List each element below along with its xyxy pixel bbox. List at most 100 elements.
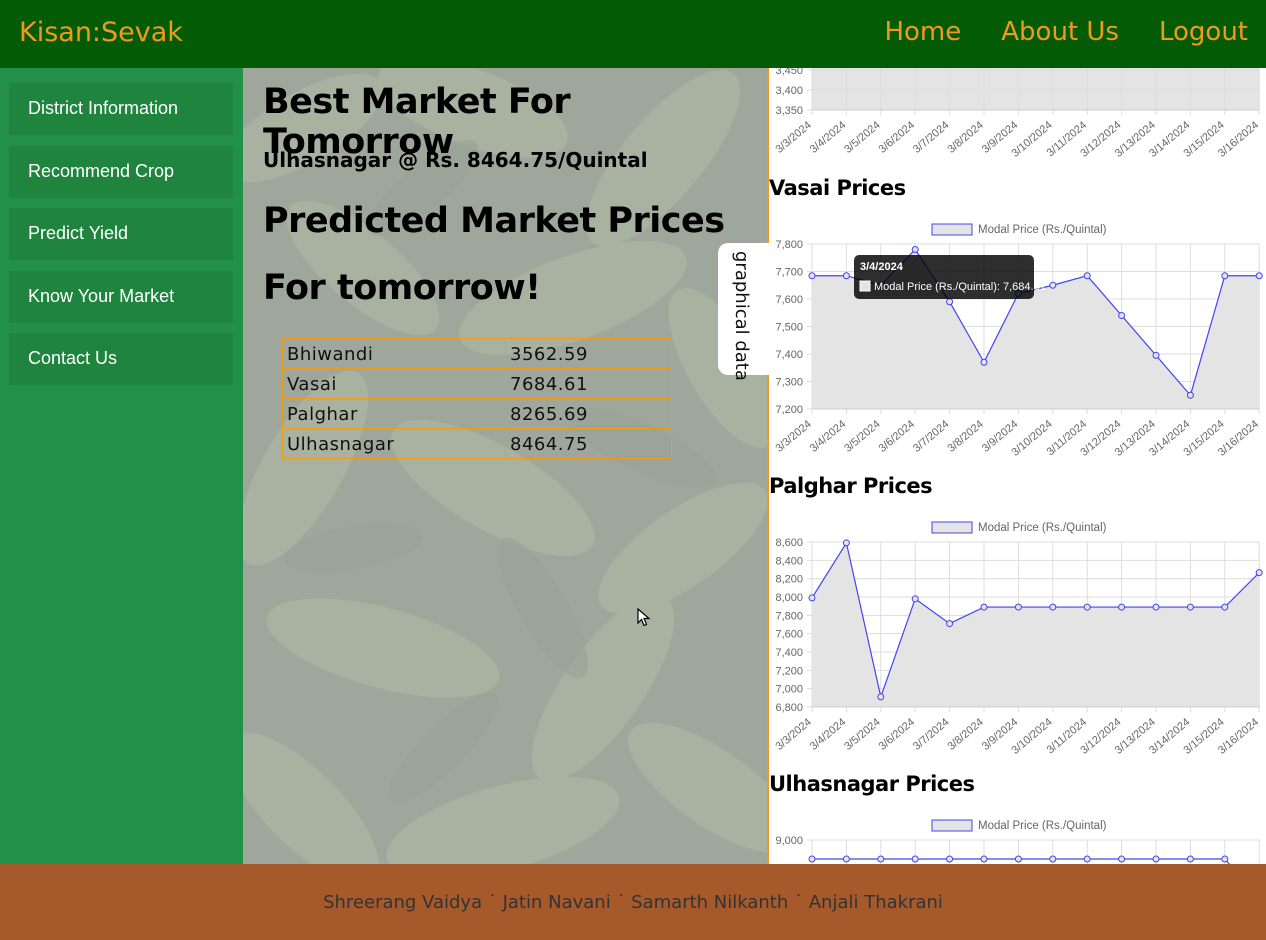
x-tick-label: 3/5/2024: [842, 119, 883, 156]
graphical-data-tab[interactable]: graphical data: [718, 243, 770, 381]
x-tick-label: 3/8/2024: [945, 716, 986, 753]
x-tick-label: 3/8/2024: [945, 418, 986, 455]
data-point: [980, 603, 988, 611]
data-point: [980, 358, 988, 366]
x-tick-label: 3/3/2024: [773, 418, 814, 455]
table-row: Bhiwandi 3562.59: [282, 338, 672, 369]
legend-swatch: [931, 521, 973, 534]
x-tick-label: 3/4/2024: [808, 716, 849, 753]
data-point: [1152, 351, 1160, 359]
x-tick-label: 3/6/2024: [877, 418, 918, 455]
y-tick-label: 7,500: [775, 322, 803, 334]
plot-area-fill: [812, 68, 1260, 110]
market-prediction-content: Best Market For Tomorrow Ulhasnagar @ Rs…: [243, 68, 767, 864]
data-point: [1152, 603, 1160, 611]
market-price-cell: 8265.69: [505, 398, 672, 429]
predicted-prices-table: Bhiwandi 3562.59 Vasai 7684.61 Palghar 8…: [282, 338, 672, 459]
y-tick-label: 7,600: [775, 629, 803, 641]
y-tick-label: 8,400: [775, 555, 803, 567]
legend-swatch: [931, 223, 973, 236]
tooltip-swatch: [859, 280, 871, 292]
data-point: [877, 693, 885, 701]
table-row: Ulhasnagar 8464.75: [282, 428, 672, 459]
data-point: [1186, 855, 1194, 863]
sidebar-item-predict-yield[interactable]: Predict Yield: [9, 208, 233, 260]
footer-name: Jatin Navani: [502, 892, 611, 913]
main-panel: Best Market For Tomorrow Ulhasnagar @ Rs…: [243, 68, 767, 864]
data-point: [1118, 603, 1126, 611]
x-tick-label: 3/7/2024: [911, 716, 952, 753]
data-point: [1083, 272, 1091, 280]
sidebar-item-district-information[interactable]: District Information: [9, 83, 233, 135]
legend-label: Modal Price (Rs./Quintal): [978, 820, 1107, 832]
data-point: [946, 298, 954, 306]
chart-tooltip: 3/4/2024 Modal Price (Rs./Quintal): 7,684…: [854, 255, 1046, 299]
market-price-cell: 8464.75: [505, 428, 672, 459]
footer-name: Anjali Thakrani: [808, 892, 943, 913]
data-point: [1221, 855, 1229, 863]
data-point: [877, 855, 885, 863]
footer-separator: ˙: [794, 892, 803, 913]
data-point: [1186, 391, 1194, 399]
market-price-cell: 3562.59: [505, 338, 672, 369]
charts-panel[interactable]: 3,350 3,400 3,450 3/3/2024 3/4/2024 3/5/2024 3…: [767, 68, 1266, 864]
data-point: [946, 620, 954, 628]
y-tick-label: 8,200: [775, 574, 803, 586]
data-point: [1255, 569, 1263, 577]
data-point: [1014, 603, 1022, 611]
table-row: Palghar 8265.69: [282, 398, 672, 429]
tooltip-title: 3/4/2024: [860, 261, 904, 273]
footer-name: Shreerang Vaidya: [323, 892, 483, 913]
footer-separator: ˙: [487, 892, 497, 913]
y-tick-label: 8,000: [775, 592, 803, 604]
predicted-prices-heading: Predicted Market Prices For tomorrow!: [263, 201, 725, 308]
x-tick-label: 3/5/2024: [842, 418, 883, 455]
mouse-cursor-icon: [637, 608, 651, 627]
y-tick-label: 7,200: [775, 665, 803, 677]
market-name-cell: Ulhasnagar: [282, 428, 506, 459]
y-tick-label: 7,000: [775, 684, 803, 696]
data-point: [1083, 855, 1091, 863]
y-tick-label: 7,600: [775, 294, 803, 306]
x-tick-label: 3/5/2024: [842, 716, 883, 753]
data-point: [1221, 603, 1229, 611]
nav-about-link[interactable]: About Us: [1001, 17, 1119, 47]
y-tick-label: 3,450: [775, 68, 803, 77]
data-point: [1186, 603, 1194, 611]
data-point: [1118, 312, 1126, 319]
sidebar-item-know-your-market[interactable]: Know Your Market: [9, 271, 233, 323]
tooltip-body: Modal Price (Rs./Quintal): 7,684.61: [874, 281, 1046, 293]
y-tick-label: 6,800: [775, 702, 803, 714]
data-point: [1049, 281, 1057, 289]
data-point: [842, 855, 850, 863]
x-tick-label: 3/3/2024: [773, 716, 814, 753]
market-price-cell: 7684.61: [505, 368, 672, 399]
best-market-text: Ulhasnagar @ Rs. 8464.75/Quintal: [263, 148, 648, 172]
y-tick-label: 7,300: [775, 377, 803, 389]
y-tick-label: 7,800: [775, 610, 803, 622]
data-point: [842, 272, 850, 280]
data-point: [1049, 855, 1057, 863]
series-area: [812, 542, 1260, 707]
data-point: [808, 594, 816, 602]
top-navbar: Kisan:Sevak Home About Us Logout: [0, 0, 1266, 68]
footer-credits: Shreerang Vaidya ˙ Jatin Navani ˙ Samart…: [0, 892, 1266, 913]
sidebar-item-recommend-crop[interactable]: Recommend Crop: [9, 146, 233, 198]
data-point: [1014, 855, 1022, 863]
legend-label: Modal Price (Rs./Quintal): [978, 522, 1107, 534]
ulhasnagar-chart-title: Ulhasnagar Prices: [769, 772, 975, 796]
y-tick-label: 7,700: [775, 267, 803, 279]
nav-home-link[interactable]: Home: [884, 17, 961, 47]
data-point: [911, 855, 919, 863]
market-name-cell: Vasai: [282, 368, 506, 399]
y-tick-label: 3,400: [775, 85, 803, 97]
x-tick-label: 3/8/2024: [945, 119, 986, 156]
sidebar: District Information Recommend Crop Pred…: [0, 68, 243, 864]
legend-swatch: [931, 819, 973, 832]
sidebar-item-contact-us[interactable]: Contact Us: [9, 333, 233, 385]
data-point: [808, 272, 816, 280]
nav-logout-link[interactable]: Logout: [1159, 17, 1248, 47]
brand-logo[interactable]: Kisan:Sevak: [19, 17, 183, 48]
footer-separator: ˙: [616, 892, 626, 913]
x-tick-label: 3/3/2024: [773, 119, 814, 156]
